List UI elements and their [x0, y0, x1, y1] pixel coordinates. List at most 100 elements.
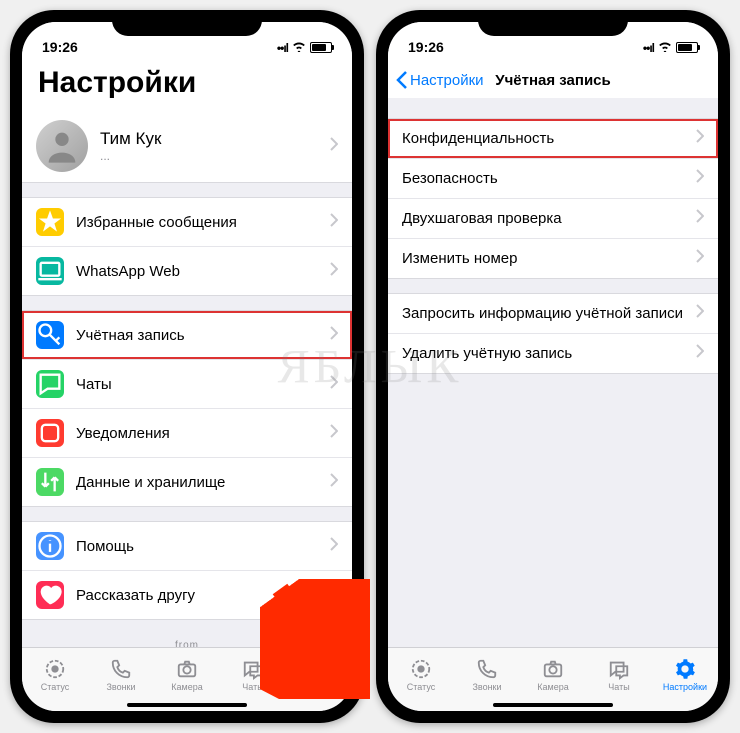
chevron-icon — [696, 344, 704, 363]
row-label: Уведомления — [76, 425, 330, 442]
chevron-icon — [330, 137, 338, 156]
tab-gear[interactable]: Настройки — [286, 648, 352, 701]
row-label: Рассказать другу — [76, 587, 330, 604]
group-account: Учётная запись Чаты Уведомления Данные и хр… — [22, 310, 352, 507]
star-icon — [36, 208, 64, 236]
back-button[interactable]: Настройки — [396, 71, 484, 89]
row-label: Избранные сообщения — [76, 214, 330, 231]
group-help: Помощь Рассказать другу — [22, 521, 352, 620]
content-right[interactable]: Конфиденциальность Безопасность Двухшагова… — [388, 98, 718, 647]
row-label: Удалить учётную запись — [402, 345, 696, 362]
content-left[interactable]: Тим Кук ... Избранные сообщения WhatsApp … — [22, 110, 352, 647]
list-item[interactable]: Учётная запись — [22, 311, 352, 359]
chevron-icon — [330, 424, 338, 443]
profile-name: Тим Кук — [100, 129, 161, 148]
tab-label: Камера — [171, 682, 202, 692]
list-item[interactable]: Чаты — [22, 359, 352, 408]
tab-chats[interactable]: Чаты — [586, 648, 652, 701]
nav-title: Учётная запись — [495, 72, 611, 89]
group-request: Запросить информацию учётной записи Удали… — [388, 293, 718, 374]
row-label: Чаты — [76, 376, 330, 393]
profile-row[interactable]: Тим Кук ... — [22, 110, 352, 182]
list-item[interactable]: WhatsApp Web — [22, 246, 352, 295]
arrows-icon — [36, 468, 64, 496]
chevron-icon — [330, 375, 338, 394]
wifi-icon — [658, 42, 672, 52]
footer-from: from — [22, 640, 352, 647]
tab-label: Камера — [537, 682, 568, 692]
list-item[interactable]: Изменить номер — [388, 238, 718, 278]
list-item[interactable]: Рассказать другу — [22, 570, 352, 619]
home-indicator — [127, 703, 247, 707]
row-label: WhatsApp Web — [76, 263, 330, 280]
chevron-icon — [330, 262, 338, 281]
tab-bar: Статус Звонки Камера Чаты Настройки — [388, 647, 718, 711]
laptop-icon — [36, 257, 64, 285]
chevron-icon — [330, 537, 338, 556]
group-profile: Тим Кук ... — [22, 110, 352, 183]
status-time: 19:26 — [42, 39, 78, 55]
tab-camera[interactable]: Камера — [154, 648, 220, 701]
tab-chats[interactable]: Чаты — [220, 648, 286, 701]
list-item[interactable]: Уведомления — [22, 408, 352, 457]
signal-icon — [643, 39, 654, 55]
row-label: Двухшаговая проверка — [402, 210, 696, 227]
footer-branding: from FACEBOOK — [22, 620, 352, 647]
tab-label: Звонки — [472, 682, 501, 692]
list-item[interactable]: Удалить учётную запись — [388, 333, 718, 373]
list-item[interactable]: Запросить информацию учётной записи — [388, 294, 718, 333]
chat-icon — [36, 370, 64, 398]
list-item[interactable]: Избранные сообщения — [22, 198, 352, 246]
info-icon — [36, 532, 64, 560]
notch — [112, 10, 262, 36]
list-item[interactable]: Конфиденциальность — [388, 119, 718, 158]
row-label: Конфиденциальность — [402, 130, 696, 147]
tab-status[interactable]: Статус — [388, 648, 454, 701]
tab-bar: Статус Звонки Камера Чаты Настройки — [22, 647, 352, 711]
chevron-icon — [330, 326, 338, 345]
tab-label: Чаты — [608, 682, 629, 692]
tab-status[interactable]: Статус — [22, 648, 88, 701]
tab-phone[interactable]: Звонки — [454, 648, 520, 701]
chevron-icon — [696, 169, 704, 188]
chevron-icon — [696, 304, 704, 323]
tab-label: Чаты — [242, 682, 263, 692]
chevron-icon — [330, 473, 338, 492]
battery-icon — [310, 42, 332, 53]
nav-bar: Настройки Учётная запись — [388, 62, 718, 98]
chevron-icon — [330, 586, 338, 605]
notch — [478, 10, 628, 36]
status-right — [277, 39, 332, 55]
home-indicator — [493, 703, 613, 707]
row-label: Безопасность — [402, 170, 696, 187]
page-title: Настройки — [22, 62, 352, 110]
phone-left: 19:26 Настройки Тим Кук ... — [10, 10, 364, 723]
list-item[interactable]: Двухшаговая проверка — [388, 198, 718, 238]
tab-phone[interactable]: Звонки — [88, 648, 154, 701]
group-starred: Избранные сообщения WhatsApp Web — [22, 197, 352, 296]
phone-right: 19:26 Настройки Учётная запись Конфиденц… — [376, 10, 730, 723]
row-label: Учётная запись — [76, 327, 330, 344]
tab-label: Статус — [407, 682, 435, 692]
bell-icon — [36, 419, 64, 447]
chevron-icon — [696, 249, 704, 268]
list-item[interactable]: Данные и хранилище — [22, 457, 352, 506]
battery-icon — [676, 42, 698, 53]
tab-label: Настройки — [663, 682, 707, 692]
heart-icon — [36, 581, 64, 609]
key-icon — [36, 321, 64, 349]
row-label: Данные и хранилище — [76, 474, 330, 491]
row-label: Изменить номер — [402, 250, 696, 267]
tab-camera[interactable]: Камера — [520, 648, 586, 701]
list-item[interactable]: Помощь — [22, 522, 352, 570]
profile-sub: ... — [100, 149, 330, 163]
tab-label: Статус — [41, 682, 69, 692]
back-label: Настройки — [410, 72, 484, 89]
wifi-icon — [292, 42, 306, 52]
status-time: 19:26 — [408, 39, 444, 55]
screen-right: 19:26 Настройки Учётная запись Конфиденц… — [388, 22, 718, 711]
list-item[interactable]: Безопасность — [388, 158, 718, 198]
tab-gear[interactable]: Настройки — [652, 648, 718, 701]
chevron-icon — [330, 213, 338, 232]
row-label: Помощь — [76, 538, 330, 555]
